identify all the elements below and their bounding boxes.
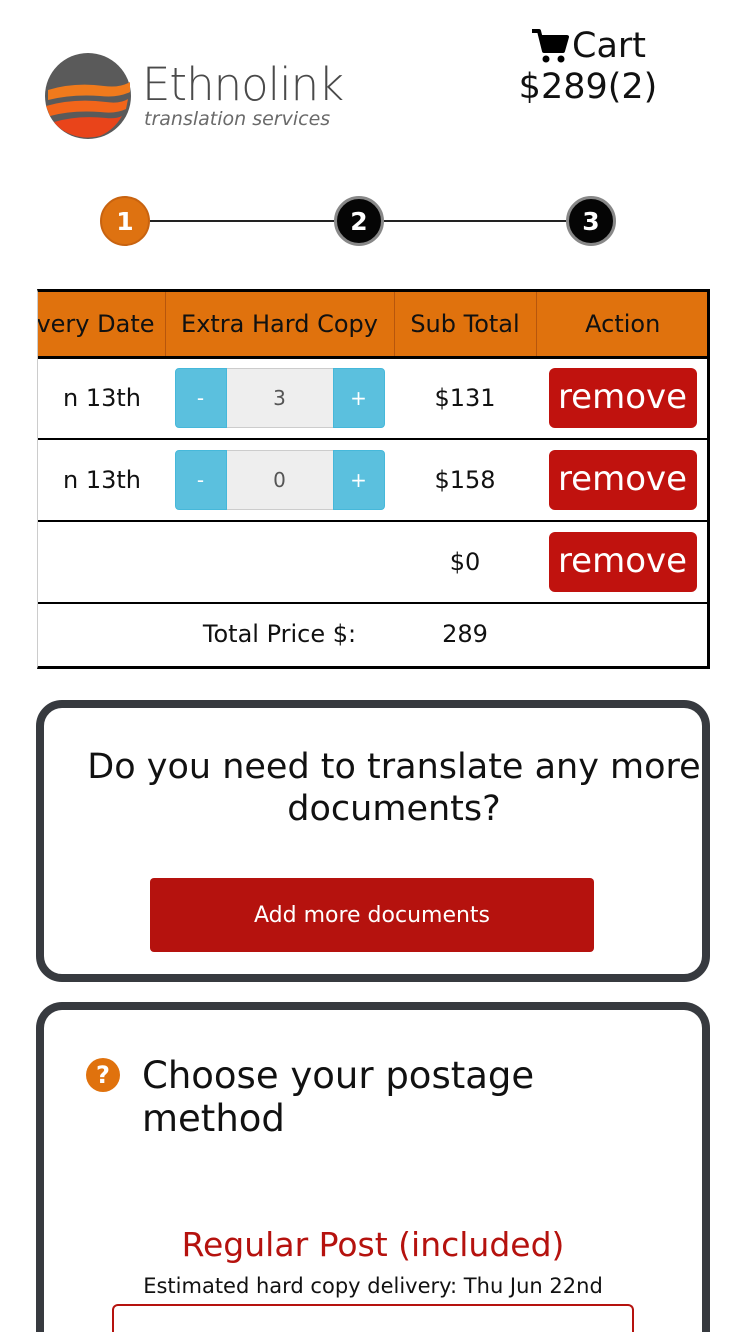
postage-title: Choose your postage method (142, 1054, 535, 1140)
delivery-date-cell: n 13th (38, 439, 165, 522)
shopping-cart-icon (532, 29, 569, 63)
step-3: 3 (566, 196, 616, 246)
postage-panel: ? Choose your postage method Regular Pos… (36, 1002, 710, 1332)
cart-label: Cart (572, 25, 646, 66)
table-header-row: ivery Date Extra Hard Copy Sub Total Act… (38, 292, 707, 359)
step-1: 1 (100, 196, 150, 246)
quantity-input[interactable]: 0 (226, 450, 333, 510)
decrement-button[interactable]: - (174, 450, 227, 510)
header-sub-total: Sub Total (394, 292, 537, 359)
add-more-documents-button[interactable]: Add more documents (150, 878, 594, 952)
step-connector (150, 220, 336, 222)
step-2: 2 (334, 196, 384, 246)
estimated-delivery-text: Estimated hard copy delivery: Thu Jun 22… (143, 1274, 603, 1298)
more-documents-question: Do you need to translate any more docume… (87, 747, 701, 829)
remove-button[interactable]: remove (548, 368, 697, 429)
extra-copy-cell (165, 521, 394, 604)
cart-table-container[interactable]: ivery Date Extra Hard Copy Sub Total Act… (37, 289, 710, 669)
regular-post-select-box[interactable] (112, 1304, 634, 1332)
more-documents-panel: Do you need to translate any more docume… (36, 700, 710, 982)
total-label: Total Price $: (202, 620, 357, 648)
quantity-stepper: - 3 + (174, 368, 385, 429)
extra-copy-cell: - 0 + (165, 439, 394, 522)
delivery-date-cell: n 13th (38, 357, 165, 440)
subtotal-cell: $0 (394, 521, 536, 604)
remove-button[interactable]: remove (548, 450, 697, 510)
table-row: $0 remove (38, 521, 707, 604)
checkout-stepper: 1 2 3 (100, 196, 620, 248)
logo-tagline: translation services (144, 108, 331, 130)
table-row: n 13th - 3 + $131 remove (38, 357, 707, 440)
header-extra-hard-copy: Extra Hard Copy (165, 292, 395, 359)
action-cell: remove (536, 521, 707, 604)
logo-mark-icon (45, 53, 131, 139)
step-connector (384, 220, 568, 222)
subtotal-cell: $158 (394, 439, 536, 522)
ethnolink-logo[interactable]: Ethnolink translation services (44, 52, 344, 144)
delivery-date-cell (38, 521, 165, 604)
question-circle-icon[interactable]: ? (86, 1058, 120, 1092)
total-row: Total Price $: 289 (38, 603, 707, 664)
extra-copy-cell: - 3 + (165, 357, 394, 440)
action-cell: remove (536, 357, 707, 440)
header-action: Action (536, 292, 707, 359)
remove-button[interactable]: remove (548, 532, 697, 592)
cart-total: $289(2) (518, 67, 658, 107)
regular-post-option-title[interactable]: Regular Post (included) (44, 1228, 702, 1261)
increment-button[interactable]: + (332, 368, 385, 429)
total-value: 289 (442, 620, 488, 648)
subtotal-cell: $131 (394, 357, 536, 440)
quantity-input[interactable]: 3 (226, 368, 333, 429)
cart-table: ivery Date Extra Hard Copy Sub Total Act… (38, 292, 707, 664)
quantity-stepper: - 0 + (174, 450, 385, 510)
action-cell: remove (536, 439, 707, 522)
header-delivery-date: ivery Date (38, 292, 166, 359)
increment-button[interactable]: + (332, 450, 385, 510)
table-row: n 13th - 0 + $158 remove (38, 439, 707, 522)
cart-link[interactable]: Cart $289(2) (506, 22, 670, 105)
decrement-button[interactable]: - (174, 368, 227, 429)
logo-name: Ethnolink (142, 58, 344, 111)
